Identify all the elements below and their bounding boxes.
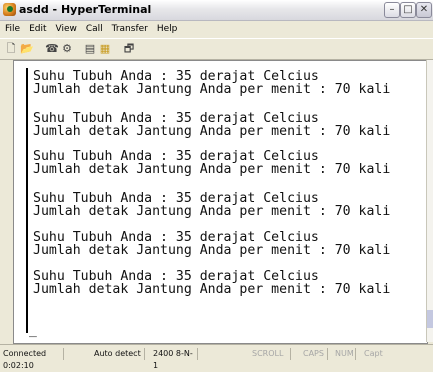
status-bar: Connected 0:02:10 Auto detect 2400 8-N-1… bbox=[0, 344, 433, 370]
status-port-settings: 2400 8-N-1 bbox=[150, 348, 198, 370]
receive-icon[interactable]: ▦ bbox=[98, 42, 112, 55]
terminal-line: Jumlah detak Jantung Anda per menit : 70… bbox=[33, 282, 391, 297]
toolbar: 🗋 📂 ☎ ⚙ ▤ ▦ 🗗 bbox=[0, 38, 433, 60]
terminal-line: Jumlah detak Jantung Anda per menit : 70… bbox=[33, 162, 391, 177]
status-auto-detect: Auto detect bbox=[91, 348, 145, 360]
close-button[interactable]: ✕ bbox=[416, 2, 432, 18]
menu-bar: File Edit View Call Transfer Help bbox=[0, 21, 433, 37]
maximize-icon: □ bbox=[403, 4, 413, 15]
status-capture: Capt bbox=[364, 349, 383, 358]
terminal-line: Jumlah detak Jantung Anda per menit : 70… bbox=[33, 204, 391, 219]
minimize-button[interactable]: – bbox=[384, 2, 400, 18]
menu-call[interactable]: Call bbox=[81, 21, 107, 34]
menu-file[interactable]: File bbox=[0, 21, 24, 34]
settings-icon[interactable]: 🗗 bbox=[122, 42, 136, 55]
status-connected: Connected 0:02:10 bbox=[0, 348, 64, 370]
status-num: NUM bbox=[332, 348, 356, 360]
open-icon[interactable]: 📂 bbox=[20, 42, 34, 55]
new-icon[interactable]: 🗋 bbox=[4, 42, 18, 55]
terminal-line: Jumlah detak Jantung Anda per menit : 70… bbox=[33, 124, 391, 139]
maximize-button[interactable]: □ bbox=[400, 2, 416, 18]
terminal-output[interactable]: Suhu Tubuh Anda : 35 derajat Celcius Jum… bbox=[18, 64, 416, 338]
hyperterminal-app-icon[interactable] bbox=[3, 3, 16, 16]
terminal-left-margin-bar bbox=[26, 68, 28, 333]
vertical-scrollbar[interactable] bbox=[426, 60, 433, 342]
scrollbar-thumb[interactable] bbox=[427, 310, 433, 328]
menu-help[interactable]: Help bbox=[152, 21, 182, 34]
menu-transfer[interactable]: Transfer bbox=[107, 21, 152, 34]
terminal-line: Jumlah detak Jantung Anda per menit : 70… bbox=[33, 243, 391, 258]
send-icon[interactable]: ▤ bbox=[83, 42, 97, 55]
title-bar[interactable]: asdd - HyperTerminal – □ ✕ bbox=[0, 0, 433, 21]
status-caps: CAPS bbox=[300, 348, 328, 360]
terminal-line: Jumlah detak Jantung Anda per menit : 70… bbox=[33, 82, 391, 97]
disconnect-icon[interactable]: ☎ bbox=[45, 42, 59, 55]
window-title: asdd - HyperTerminal bbox=[19, 3, 152, 16]
menu-view[interactable]: View bbox=[51, 21, 81, 34]
menu-edit[interactable]: Edit bbox=[24, 21, 50, 34]
status-scroll: SCROLL bbox=[249, 348, 291, 360]
terminal-cursor: _ bbox=[29, 323, 37, 338]
close-icon: ✕ bbox=[419, 4, 429, 15]
properties-icon[interactable]: ⚙ bbox=[60, 42, 74, 55]
minimize-icon: – bbox=[389, 4, 395, 15]
